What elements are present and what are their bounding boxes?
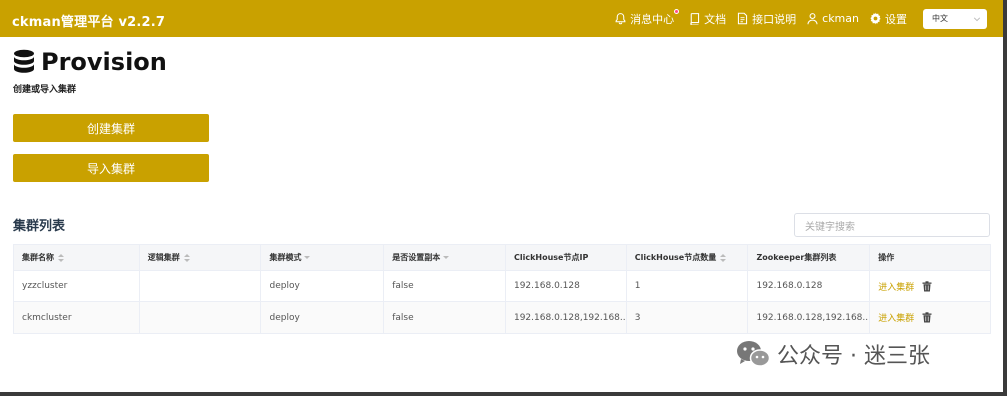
- filter-icon: [443, 256, 450, 259]
- top-bar: ckman管理平台 v2.2.7 消息中心 文档 接口说明 ckman 设置 中…: [0, 0, 1003, 37]
- watermark-text: 公众号 · 迷三张: [777, 344, 930, 369]
- language-value: 中文: [932, 14, 948, 23]
- cluster-table: 集群名称 逻辑集群 集群模式 是否设置副本 ClickHouse节点IP Cli…: [13, 244, 991, 334]
- book-icon: [690, 13, 700, 25]
- filter-icon: [304, 256, 311, 259]
- nav-api[interactable]: 接口说明: [736, 11, 796, 27]
- nav-messages-label: 消息中心: [630, 12, 675, 26]
- table-row: ckmcluster deploy false 192.168.0.128,19…: [14, 302, 990, 333]
- wechat-icon: [737, 341, 771, 367]
- col-header-label: 集群名称: [22, 253, 54, 262]
- sort-icon: [183, 253, 190, 263]
- col-header-replica[interactable]: 是否设置副本: [384, 245, 506, 270]
- col-header-label: 集群模式: [269, 253, 302, 262]
- search-placeholder: 关键字搜索: [805, 221, 855, 233]
- cell-name: yzzcluster: [14, 271, 140, 301]
- cell-mode: deploy: [261, 302, 385, 333]
- nav-messages[interactable]: 消息中心: [614, 8, 680, 27]
- cluster-list-title: 集群列表: [13, 219, 66, 234]
- sort-icon: [58, 253, 64, 263]
- page-subtitle: 创建或导入集群: [13, 85, 77, 95]
- nav-docs-label: 文档: [704, 12, 727, 26]
- cell-count: 1: [627, 271, 749, 301]
- sort-icon: [720, 253, 727, 263]
- cell-actions: 进入集群: [870, 302, 990, 333]
- col-header-action: 操作: [870, 245, 990, 270]
- nav-docs[interactable]: 文档: [688, 11, 726, 27]
- col-header-label: ClickHouse节点数量: [634, 253, 717, 262]
- cell-ip: 192.168.0.128: [506, 271, 627, 301]
- user-icon: [807, 13, 818, 25]
- nav-user-label: ckman: [822, 12, 859, 25]
- trash-icon[interactable]: [922, 280, 932, 292]
- language-select[interactable]: 中文: [923, 8, 987, 29]
- col-header-logic[interactable]: 逻辑集群: [140, 245, 262, 270]
- nav-user[interactable]: ckman: [806, 12, 859, 25]
- cell-replica: false: [384, 302, 506, 333]
- search-input[interactable]: 关键字搜索: [794, 213, 990, 237]
- cell-zk: 192.168.0.128: [748, 271, 871, 301]
- col-header-label: 是否设置副本: [392, 253, 441, 262]
- create-cluster-button[interactable]: 创建集群: [13, 114, 209, 142]
- watermark: 公众号 · 迷三张: [735, 338, 930, 370]
- cell-count: 3: [627, 302, 749, 333]
- trash-icon[interactable]: [922, 312, 932, 323]
- gear-icon: [870, 12, 881, 25]
- col-header-label: ClickHouse节点IP: [513, 253, 589, 262]
- cell-actions: 进入集群: [870, 271, 990, 301]
- table-header-row: 集群名称 逻辑集群 集群模式 是否设置副本 ClickHouse节点IP Cli…: [14, 245, 990, 271]
- cell-logic: [140, 271, 262, 301]
- cell-mode: deploy: [261, 271, 385, 301]
- col-header-label: 逻辑集群: [147, 253, 180, 262]
- col-header-label: Zookeeper集群列表: [756, 253, 837, 262]
- enter-cluster-link[interactable]: 进入集群: [878, 280, 914, 293]
- import-cluster-button[interactable]: 导入集群: [13, 154, 209, 182]
- cell-ip: 192.168.0.128,192.168....: [506, 302, 627, 333]
- bell-icon: [615, 13, 626, 25]
- unread-dot: [674, 8, 680, 14]
- cell-replica: false: [384, 271, 506, 301]
- app-title: ckman管理平台 v2.2.7: [12, 15, 166, 30]
- document-icon: [738, 12, 748, 25]
- chevron-down-icon: [973, 16, 981, 21]
- col-header-name[interactable]: 集群名称: [14, 245, 140, 270]
- cell-zk: 192.168.0.128,192.168....: [748, 302, 871, 333]
- top-nav: 消息中心 文档 接口说明 ckman 设置 中文: [614, 0, 987, 37]
- page-title: Provision: [41, 48, 167, 76]
- col-header-zk: Zookeeper集群列表: [748, 245, 871, 270]
- col-header-label: 操作: [878, 253, 895, 262]
- page-header: Provision: [13, 48, 167, 76]
- cell-name: ckmcluster: [14, 302, 140, 333]
- database-icon: [14, 49, 34, 73]
- nav-settings[interactable]: 设置: [869, 11, 907, 27]
- nav-api-label: 接口说明: [752, 12, 797, 26]
- enter-cluster-link[interactable]: 进入集群: [878, 311, 914, 324]
- table-row: yzzcluster deploy false 192.168.0.128 1 …: [14, 271, 990, 302]
- cell-logic: [140, 302, 262, 333]
- col-header-count[interactable]: ClickHouse节点数量: [627, 245, 749, 270]
- col-header-mode[interactable]: 集群模式: [261, 245, 385, 270]
- col-header-ip: ClickHouse节点IP: [506, 245, 627, 270]
- nav-settings-label: 设置: [885, 12, 907, 26]
